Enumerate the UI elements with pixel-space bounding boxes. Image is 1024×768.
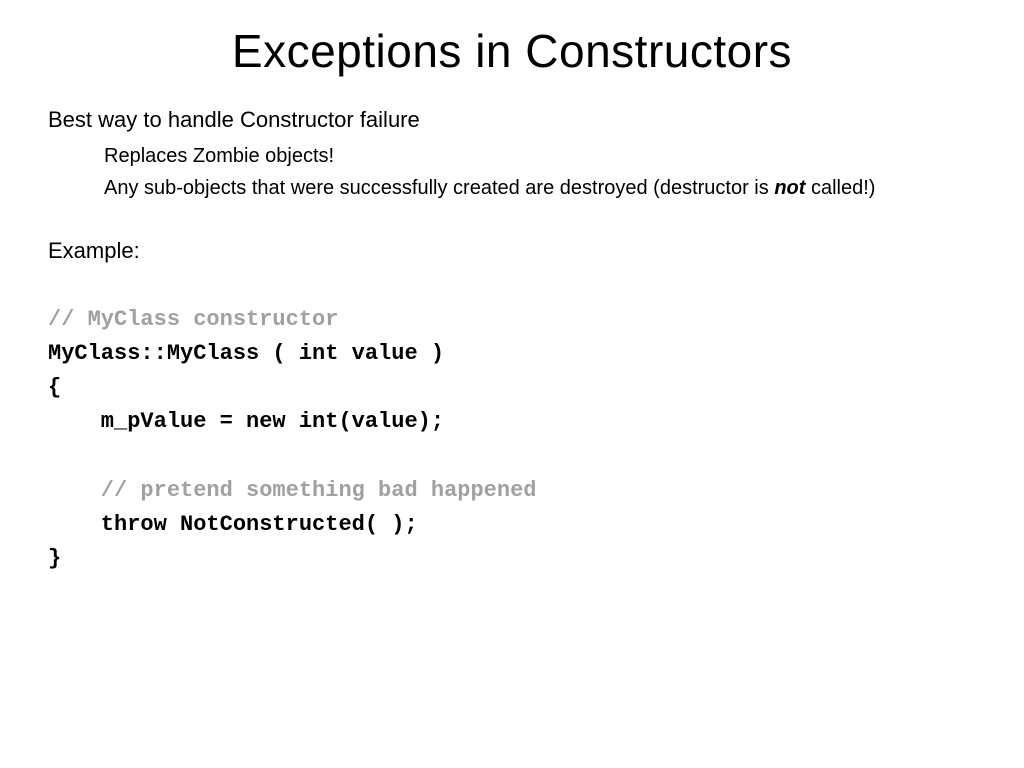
- spacer: [48, 273, 976, 303]
- slide-container: Exceptions in Constructors Best way to h…: [0, 0, 1024, 768]
- text-run: Any sub-objects that were successfully c…: [104, 177, 774, 199]
- bullet-level-2: Replaces Zombie objects!: [104, 143, 976, 169]
- text-run: called!): [805, 177, 875, 199]
- code-comment: // pretend something bad happened: [48, 478, 536, 503]
- bullet-level-2: Any sub-objects that were successfully c…: [104, 175, 976, 201]
- code-line: }: [48, 546, 61, 571]
- code-comment: // MyClass constructor: [48, 307, 338, 332]
- slide-title: Exceptions in Constructors: [48, 24, 976, 78]
- code-line: throw NotConstructed( );: [48, 512, 418, 537]
- code-line: m_pValue = new int(value);: [48, 409, 444, 434]
- example-label: Example:: [48, 237, 976, 266]
- bullet-level-1: Best way to handle Constructor failure: [48, 106, 976, 135]
- code-line: MyClass::MyClass ( int value ): [48, 341, 444, 366]
- code-block: // MyClass constructor MyClass::MyClass …: [48, 303, 976, 576]
- spacer: [48, 207, 976, 237]
- emphasized-text: not: [774, 177, 805, 199]
- code-line: {: [48, 375, 61, 400]
